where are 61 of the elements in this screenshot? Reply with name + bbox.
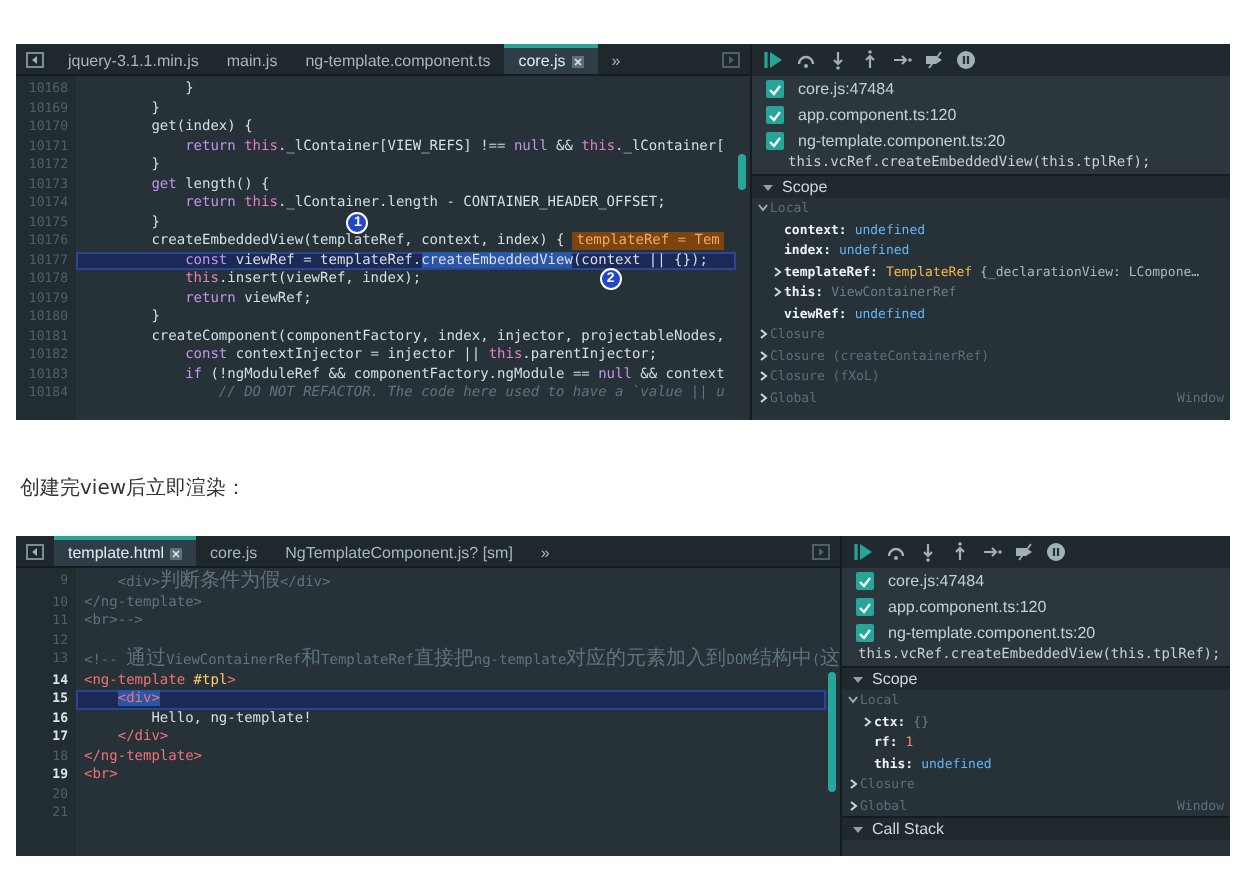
breakpoint-label: ng-template.component.ts:20 [798,132,1006,150]
breakpoint-label: core.js:47484 [798,80,895,98]
breakpoint-label: app.component.ts:120 [798,106,957,124]
more-tabs-button[interactable]: » [526,536,564,566]
section-header[interactable]: Call Stack [842,816,1230,840]
step-out-icon[interactable] [860,50,880,70]
resume-icon[interactable] [764,50,784,70]
chevron-icon[interactable] [758,370,768,383]
chevron-icon[interactable] [758,349,768,362]
pause-icon[interactable] [956,50,976,70]
file-tab[interactable]: main.js [212,44,292,74]
breakpoint-label: core.js:47484 [888,572,985,590]
file-tab[interactable]: template.html [54,536,197,566]
expand-arrow-icon[interactable] [852,823,864,835]
file-tab[interactable]: jquery-3.1.1.min.js [54,44,213,74]
chevron-icon[interactable] [848,778,858,791]
checkbox[interactable] [766,132,784,150]
checkbox[interactable] [766,80,784,98]
close-icon[interactable] [571,55,584,67]
chevron-icon[interactable] [862,715,872,728]
chevron-icon[interactable] [758,328,768,341]
file-tab[interactable]: NgTemplateComponent.js? [sm] [271,536,527,566]
deactivate-breakpoints-icon[interactable] [1014,542,1034,562]
panel-toggle-icon[interactable] [812,543,830,559]
chevron-icon[interactable] [848,799,858,812]
chevron-icon[interactable] [848,694,858,707]
checkbox[interactable] [856,598,874,616]
chevron-icon[interactable] [758,202,768,215]
step-into-icon[interactable] [828,50,848,70]
close-icon[interactable] [170,547,183,559]
pause-icon[interactable] [1046,542,1066,562]
scrollbar-thumb[interactable] [828,672,836,792]
step-icon[interactable] [982,542,1002,562]
chevron-icon[interactable] [772,286,782,299]
checkbox[interactable] [856,572,874,590]
chevron-icon[interactable] [758,391,768,404]
panel-toggle-icon[interactable] [722,51,740,67]
step-into-icon[interactable] [918,542,938,562]
caption-text: 创建完view后立即渲染： [20,478,247,500]
file-tab[interactable]: core.js [504,44,598,74]
checkbox[interactable] [766,106,784,124]
section-header[interactable]: Scope [752,174,1230,198]
file-tab[interactable]: ng-template.component.ts [291,44,505,74]
resume-icon[interactable] [854,542,874,562]
more-tabs-button[interactable]: » [597,44,635,74]
scrollbar-thumb[interactable] [738,154,746,190]
expand-arrow-icon[interactable] [762,181,774,193]
section-header[interactable]: Scope [842,666,1230,690]
checkbox[interactable] [856,624,874,642]
step-over-icon[interactable] [796,50,816,70]
chevron-icon[interactable] [772,265,782,278]
breakpoint-label: ng-template.component.ts:20 [888,624,1096,642]
breakpoint-label: app.component.ts:120 [888,598,1047,616]
sidebar-toggle-icon[interactable] [26,51,44,67]
step-over-icon[interactable] [886,542,906,562]
expand-arrow-icon[interactable] [852,673,864,685]
deactivate-breakpoints-icon[interactable] [924,50,944,70]
file-tab[interactable]: core.js [196,536,272,566]
step-out-icon[interactable] [950,542,970,562]
sidebar-toggle-icon[interactable] [26,543,44,559]
step-icon[interactable] [892,50,912,70]
